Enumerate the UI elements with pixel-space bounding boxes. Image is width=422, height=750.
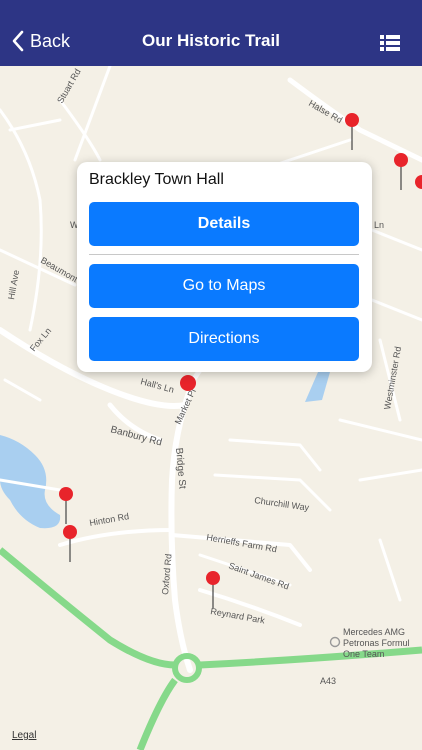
list-view-button[interactable] [380,35,400,56]
map-pin-selected[interactable] [180,375,196,391]
go-to-maps-button[interactable]: Go to Maps [89,264,359,308]
road-label-a43: A43 [320,676,336,686]
callout-divider [89,254,359,255]
street-label-ln: Ln [374,220,384,230]
details-button[interactable]: Details [89,202,359,246]
location-callout: Brackley Town Hall Details Go to Maps Di… [77,162,372,372]
poi-label-line2: Petronas Formul [343,638,410,648]
navigation-bar: Back Our Historic Trail [0,0,422,66]
poi-label-line1: Mercedes AMG [343,627,405,637]
page-title: Our Historic Trail [142,31,280,50]
directions-button[interactable]: Directions [89,317,359,361]
list-icon [380,35,400,51]
legal-link[interactable]: Legal [12,730,36,741]
poi-label-line3: One Team [343,649,384,659]
callout-place-name: Brackley Town Hall [89,171,224,188]
